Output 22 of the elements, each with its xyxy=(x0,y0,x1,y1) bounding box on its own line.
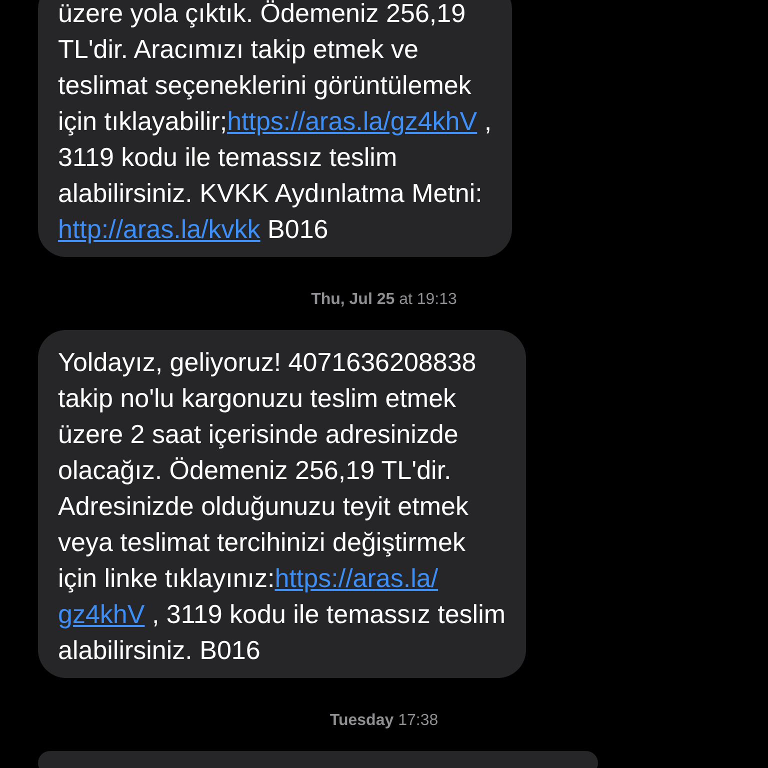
link[interactable]: https://aras.la/gz4khV xyxy=(227,106,478,136)
message-line: http://aras.la/kvkk B016 xyxy=(58,213,330,246)
message-line: olacağız. Ödemeniz 256,19 TL'dir. xyxy=(58,454,452,487)
message-line: için tıklayabilir;https://aras.la/gz4khV , xyxy=(58,105,492,138)
message-line: alabilirsiniz. B016 xyxy=(58,634,262,667)
link[interactable]: https://aras.la/ xyxy=(274,563,438,593)
message-line: için linke tıklayınız:https://aras.la/ xyxy=(58,562,440,595)
message-line: TL'dir. Aracımızı takip etmek ve xyxy=(58,33,420,66)
message-line: üzere 2 saat içerisinde adresinizde xyxy=(58,418,460,451)
message-line: Yoldayız, geliyoruz! 4071636208838 xyxy=(58,346,478,379)
link[interactable]: gz4khV xyxy=(58,599,145,629)
message-line: alabilirsiniz. KVKK Aydınlatma Metni: xyxy=(58,177,484,210)
timestamp: Thu, Jul 25 at 19:13 xyxy=(311,290,457,310)
message-line: teslimat seçeneklerini görüntülemek xyxy=(58,69,472,102)
timestamp: Tuesday 17:38 xyxy=(330,711,438,731)
message-line: takip no'lu kargonuzu teslim etmek xyxy=(58,382,458,415)
message-line: üzere yola çıktık. Ödemeniz 256,19 xyxy=(58,0,467,30)
link[interactable]: http://aras.la/kvkk xyxy=(58,214,260,244)
message-line: veya teslimat tercihinizi değiştirmek xyxy=(58,526,466,559)
message-line: 3119 kodu ile temassız teslim xyxy=(58,141,398,174)
message-line: Adresinizde olduğunuzu teyit etmek xyxy=(58,490,470,523)
message-line: gz4khV , 3119 kodu ile temassız teslim xyxy=(58,598,506,631)
